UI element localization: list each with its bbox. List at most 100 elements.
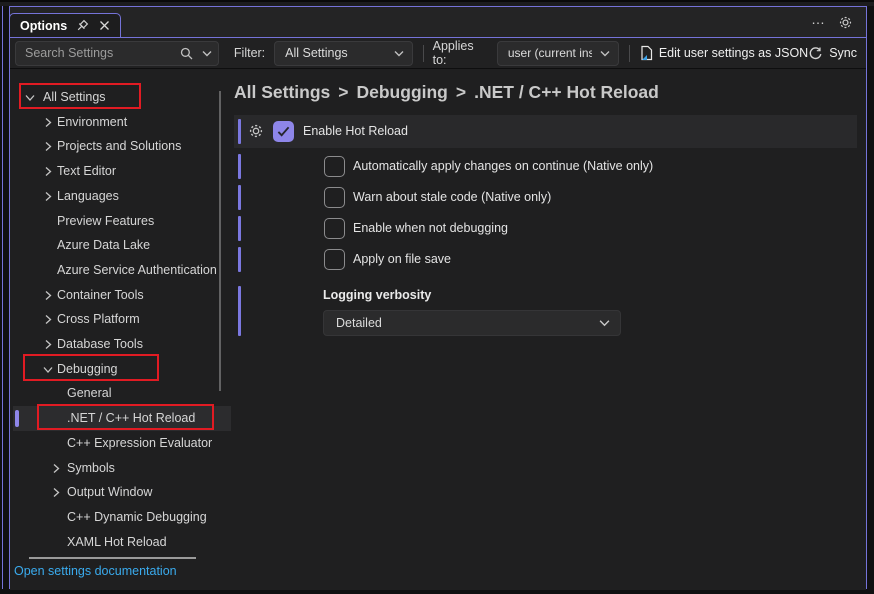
- setting-checkbox[interactable]: [324, 249, 345, 270]
- sidebar-item-c-dynamic-debugging[interactable]: C++ Dynamic Debugging: [13, 505, 231, 530]
- sidebar-item-cross-platform[interactable]: Cross Platform: [13, 307, 231, 332]
- filter-value: All Settings: [285, 46, 386, 60]
- open-settings-documentation-link[interactable]: Open settings documentation: [14, 564, 177, 578]
- tree-chevron-icon[interactable]: [43, 166, 53, 177]
- sidebar-item-azure-service-authentication[interactable]: Azure Service Authentication: [13, 258, 231, 283]
- sync-icon: [808, 46, 823, 61]
- setting-label: Automatically apply changes on continue …: [353, 159, 653, 173]
- window-settings-gear-icon[interactable]: [838, 15, 853, 30]
- sidebar-item-container-tools[interactable]: Container Tools: [13, 283, 231, 308]
- tree-item-label: Languages: [57, 189, 119, 203]
- tree-chevron-icon[interactable]: [43, 314, 53, 325]
- filter-dropdown[interactable]: All Settings: [274, 41, 413, 66]
- tab-title: Options: [20, 19, 67, 33]
- setting-checkbox[interactable]: [324, 187, 345, 208]
- edit-json-label: Edit user settings as JSON: [659, 46, 808, 60]
- tree-chevron-icon[interactable]: [43, 117, 53, 128]
- tab-options[interactable]: Options: [9, 13, 121, 37]
- applies-to-dropdown[interactable]: user (current install): [497, 41, 619, 66]
- sidebar-item-preview-features[interactable]: Preview Features: [13, 209, 231, 234]
- sidebar-item-net-c-hot-reload[interactable]: .NET / C++ Hot Reload: [13, 406, 231, 431]
- sync-button[interactable]: Sync: [808, 46, 857, 61]
- sidebar-item-general[interactable]: General: [13, 381, 231, 406]
- logging-verbosity-dropdown[interactable]: Detailed: [323, 310, 621, 336]
- tree-item-label: C++ Dynamic Debugging: [67, 510, 207, 524]
- pin-icon[interactable]: [74, 18, 89, 34]
- setting-gear-icon[interactable]: [248, 123, 264, 139]
- tree-item-label: XAML Hot Reload: [67, 535, 167, 549]
- sidebar-item-environment[interactable]: Environment: [13, 110, 231, 135]
- sidebar-item-symbols[interactable]: Symbols: [13, 456, 231, 481]
- search-input[interactable]: Search Settings: [15, 41, 219, 66]
- setting-row-enable-hot-reload: Enable Hot Reload: [234, 115, 857, 148]
- chevron-down-icon: [599, 319, 610, 327]
- tree-item-label: Database Tools: [57, 337, 143, 351]
- setting-label: Apply on file save: [353, 252, 451, 266]
- setting-label: Enable Hot Reload: [303, 124, 408, 138]
- tree-item-label: Preview Features: [57, 214, 154, 228]
- sidebar-item-debugging[interactable]: Debugging: [13, 357, 231, 382]
- tree-item-label: Azure Data Lake: [57, 238, 150, 252]
- tree-chevron-icon[interactable]: [43, 364, 54, 374]
- sidebar-item-text-editor[interactable]: Text Editor: [13, 159, 231, 184]
- sidebar-item-database-tools[interactable]: Database Tools: [13, 332, 231, 357]
- sidebar-item-azure-data-lake[interactable]: Azure Data Lake: [13, 233, 231, 258]
- sidebar-item-languages[interactable]: Languages: [13, 184, 231, 209]
- window-controls: …: [811, 7, 866, 37]
- setting-accent-bar: [238, 216, 241, 241]
- tree-chevron-icon[interactable]: [51, 463, 61, 474]
- tree-chevron-icon[interactable]: [51, 487, 61, 498]
- setting-accent-bar: [238, 185, 241, 210]
- breadcrumb: All Settings > Debugging > .NET / C++ Hot Re…: [234, 82, 659, 103]
- setting-accent-bar: [238, 154, 241, 179]
- search-placeholder: Search Settings: [25, 46, 180, 60]
- enable-hot-reload-checkbox[interactable]: [273, 121, 294, 142]
- sidebar-item-all-settings[interactable]: All Settings: [13, 85, 231, 110]
- tree-chevron-icon[interactable]: [43, 339, 53, 350]
- close-icon[interactable]: [97, 18, 112, 34]
- options-window: Options …: [9, 6, 867, 589]
- json-document-icon: [640, 45, 653, 61]
- setting-checkbox[interactable]: [324, 156, 345, 177]
- logging-verbosity-value: Detailed: [336, 316, 599, 330]
- toolbar-separator: [423, 45, 424, 62]
- sidebar-item-projects-and-solutions[interactable]: Projects and Solutions: [13, 134, 231, 159]
- settings-tree: All Settings Environment Projects and So…: [10, 69, 231, 590]
- setting-checkbox[interactable]: [324, 218, 345, 239]
- sidebar-item-xaml-hot-reload[interactable]: XAML Hot Reload: [13, 530, 231, 555]
- tree-item-label: Debugging: [57, 362, 117, 376]
- tree-item-label: C++ Expression Evaluator: [67, 436, 212, 450]
- footer-divider: [29, 557, 196, 559]
- tree-chevron-icon[interactable]: [43, 290, 53, 301]
- toolbar-separator: [629, 45, 630, 62]
- applies-to-label: Applies to:: [433, 39, 489, 67]
- edit-json-button[interactable]: Edit user settings as JSON: [640, 45, 808, 61]
- tab-strip: Options …: [10, 7, 866, 37]
- tree-chevron-icon[interactable]: [25, 93, 36, 103]
- breadcrumb-separator: >: [338, 82, 348, 102]
- ide-edge-accent-line: [2, 6, 3, 589]
- breadcrumb-item[interactable]: Debugging: [357, 82, 448, 102]
- setting-row: Apply on file save: [234, 244, 857, 275]
- tree-item-label: Cross Platform: [57, 312, 140, 326]
- sidebar-item-output-window[interactable]: Output Window: [13, 480, 231, 505]
- tree-chevron-icon[interactable]: [43, 191, 53, 202]
- tree-item-label: Text Editor: [57, 164, 116, 178]
- tree-item-label: Azure Service Authentication: [57, 263, 217, 277]
- applies-to-value: user (current install): [508, 46, 592, 60]
- setting-accent-bar: [238, 119, 241, 144]
- breadcrumb-item[interactable]: All Settings: [234, 82, 330, 102]
- search-icon[interactable]: [180, 47, 193, 60]
- sync-label: Sync: [829, 46, 857, 60]
- setting-row: Enable when not debugging: [234, 213, 857, 244]
- more-options-icon[interactable]: …: [811, 14, 826, 30]
- search-options-chevron-icon[interactable]: [202, 50, 212, 57]
- breadcrumb-item[interactable]: .NET / C++ Hot Reload: [474, 82, 659, 102]
- tree-scrollbar[interactable]: [219, 91, 221, 391]
- sidebar-item-c-expression-evaluator[interactable]: C++ Expression Evaluator: [13, 431, 231, 456]
- logging-verbosity-label: Logging verbosity: [323, 288, 431, 302]
- tree-item-label: Projects and Solutions: [57, 139, 181, 153]
- tree-chevron-icon[interactable]: [43, 141, 53, 152]
- breadcrumb-separator: >: [456, 82, 466, 102]
- setting-row: Warn about stale code (Native only): [234, 182, 857, 213]
